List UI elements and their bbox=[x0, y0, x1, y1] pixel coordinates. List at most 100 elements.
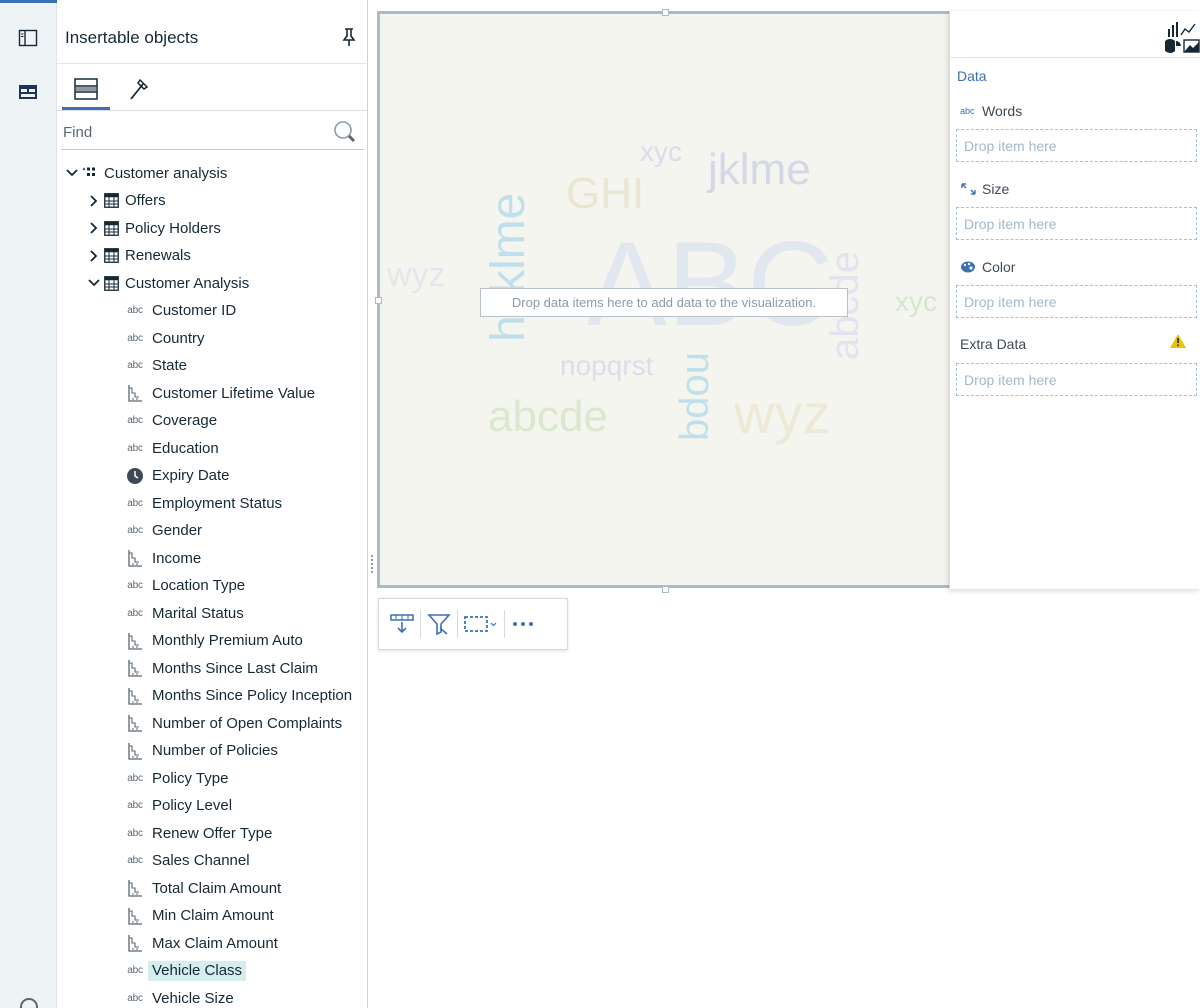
tree-field[interactable]: Months Since Last Claim bbox=[124, 655, 318, 681]
chevron-right-icon[interactable] bbox=[87, 249, 101, 262]
size-drop-zone[interactable]: Drop item here bbox=[956, 207, 1197, 240]
tree-source[interactable]: Customer analysis bbox=[65, 160, 227, 186]
tree-field[interactable]: abc Location Type bbox=[124, 573, 245, 599]
tree-field[interactable]: abc Gender bbox=[124, 518, 202, 544]
tree-item-label: Policy Type bbox=[152, 769, 229, 787]
tree-field[interactable]: abc Renew Offer Type bbox=[124, 820, 272, 846]
tree-item-label: Renew Offer Type bbox=[152, 824, 273, 842]
tree-field[interactable]: abc Policy Level bbox=[124, 793, 232, 819]
tree-field[interactable]: abc Marital Status bbox=[124, 600, 244, 626]
extra-data-drop-zone[interactable]: Drop item here bbox=[956, 363, 1197, 396]
search-icon[interactable] bbox=[333, 120, 359, 146]
tree-item-label: Customer Analysis bbox=[125, 274, 250, 292]
tree-table[interactable]: Renewals bbox=[87, 243, 191, 269]
tree-field[interactable]: Total Claim Amount bbox=[124, 875, 281, 901]
resize-handle[interactable] bbox=[662, 9, 669, 16]
table-icon bbox=[104, 193, 119, 208]
pin-icon[interactable] bbox=[340, 26, 358, 48]
more-icon[interactable] bbox=[508, 609, 538, 639]
chevron-down-icon[interactable] bbox=[87, 279, 101, 287]
help-icon[interactable] bbox=[20, 998, 38, 1008]
text-field-icon: abc bbox=[127, 827, 143, 839]
resize-icon bbox=[960, 182, 982, 196]
cloud-word: xyc bbox=[640, 136, 682, 167]
chevron-down-icon[interactable] bbox=[65, 169, 79, 177]
chevron-right-icon[interactable] bbox=[87, 194, 101, 207]
text-field-icon: abc bbox=[127, 855, 143, 866]
drag-grip[interactable] bbox=[371, 555, 374, 573]
tree-field[interactable]: abc Country bbox=[124, 325, 204, 351]
text-field-icon: abc bbox=[127, 965, 143, 976]
tree-item-label: Sales Channel bbox=[152, 852, 250, 869]
tree-field[interactable]: abc Vehicle Size bbox=[124, 985, 234, 1008]
tree-field[interactable]: abc State bbox=[124, 353, 187, 379]
filter-icon[interactable] bbox=[424, 609, 454, 639]
tree-field[interactable]: abc Education bbox=[124, 435, 218, 461]
clock-icon bbox=[124, 467, 146, 485]
cloud-word: jklme bbox=[708, 145, 811, 194]
measure-icon bbox=[124, 714, 146, 732]
tab-toolbox[interactable] bbox=[115, 68, 163, 110]
tree-field[interactable]: abc Customer ID bbox=[124, 298, 236, 324]
measure-icon bbox=[124, 879, 146, 897]
slot-label: Words bbox=[982, 103, 1023, 119]
tree-field[interactable]: abc Vehicle Class bbox=[124, 958, 247, 984]
tree-item-label: Policy Holders bbox=[125, 219, 221, 237]
measure-icon bbox=[124, 907, 146, 925]
tree-field[interactable]: Number of Policies bbox=[124, 738, 278, 764]
tree-item-label: Total Claim Amount bbox=[152, 879, 282, 897]
tree-item-label: Vehicle Size bbox=[152, 989, 234, 1007]
table-icon bbox=[104, 220, 119, 236]
divider bbox=[504, 610, 505, 638]
tree-table[interactable]: Offers bbox=[87, 188, 166, 214]
tree-field[interactable]: Monthly Premium Auto bbox=[124, 628, 303, 654]
color-drop-zone[interactable]: Drop item here bbox=[956, 285, 1197, 318]
drill-down-icon[interactable] bbox=[387, 609, 417, 639]
tree-field[interactable]: Max Claim Amount bbox=[124, 930, 278, 956]
resize-handle[interactable] bbox=[662, 586, 669, 593]
tree-field[interactable]: abc Coverage bbox=[124, 408, 217, 434]
visualization-canvas[interactable]: ABC jklme GHI xyc wyz hijklme abcde xyc … bbox=[375, 9, 949, 593]
tree-field[interactable]: Expiry Date bbox=[124, 463, 230, 489]
slot-label: Size bbox=[982, 181, 1010, 197]
text-field-icon: abc bbox=[127, 442, 143, 454]
tree-item-label: Months Since Last Claim bbox=[152, 659, 318, 677]
slot-label: Extra Data bbox=[960, 336, 1027, 352]
tree-item-label: Offers bbox=[125, 192, 166, 209]
tree-item-label: Marital Status bbox=[152, 604, 244, 622]
tree-table[interactable]: Policy Holders bbox=[87, 215, 221, 241]
tree-field[interactable]: Min Claim Amount bbox=[124, 903, 274, 929]
words-drop-zone[interactable]: Drop item here bbox=[956, 129, 1197, 162]
search-input[interactable] bbox=[61, 116, 364, 150]
divider bbox=[57, 110, 368, 111]
tree-field[interactable]: Number of Open Complaints bbox=[124, 710, 342, 736]
tree-field[interactable]: Income bbox=[124, 545, 201, 571]
cloud-word: ABC bbox=[587, 217, 834, 351]
cloud-word: xyc bbox=[895, 286, 937, 317]
warning-icon[interactable] bbox=[1169, 333, 1187, 349]
tree-field[interactable]: Customer Lifetime Value bbox=[124, 380, 315, 406]
tab-sources[interactable] bbox=[62, 68, 110, 110]
tree-field[interactable]: Months Since Policy Inception bbox=[124, 683, 352, 709]
tree-table[interactable]: Customer Analysis bbox=[87, 270, 249, 296]
change-visualization-icon[interactable] bbox=[1163, 21, 1200, 54]
tree-item-label: Employment Status bbox=[152, 494, 283, 512]
resize-handle[interactable] bbox=[375, 297, 382, 304]
text-field-icon: abc bbox=[127, 305, 143, 316]
text-field-icon: abc bbox=[127, 497, 143, 509]
slots-header bbox=[950, 11, 1200, 58]
tree-field[interactable]: abc Sales Channel bbox=[124, 848, 250, 874]
tree-field[interactable]: abc Employment Status bbox=[124, 490, 282, 516]
tree-field[interactable]: abc Policy Type bbox=[124, 765, 228, 791]
tree-item-label: Location Type bbox=[152, 577, 246, 594]
tree-item-label: State bbox=[152, 357, 188, 374]
dashboard-icon[interactable] bbox=[14, 78, 42, 106]
chevron-right-icon[interactable] bbox=[87, 222, 101, 234]
select-dropdown-icon[interactable] bbox=[461, 609, 501, 639]
cloud-word: nopq bbox=[678, 352, 722, 441]
measure-icon bbox=[124, 659, 146, 677]
panel-toggle-icon[interactable] bbox=[14, 24, 42, 52]
measure-icon bbox=[124, 549, 146, 567]
cloud-word: abcde bbox=[488, 392, 608, 441]
data-source-icon bbox=[74, 78, 98, 100]
